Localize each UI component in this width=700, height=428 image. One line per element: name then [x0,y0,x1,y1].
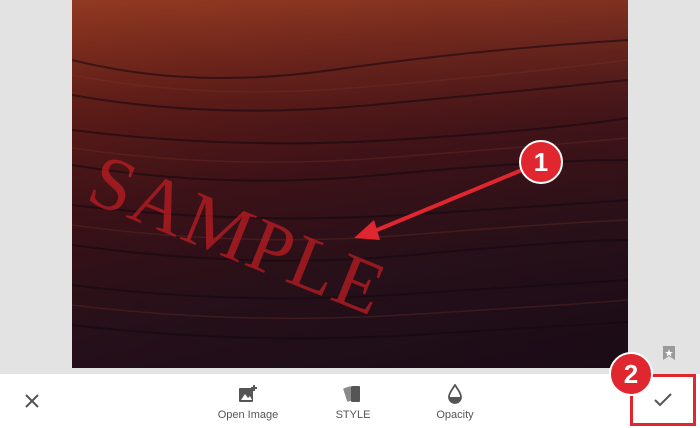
callout-badge-2: 2 [609,352,653,396]
annotation-arrow [354,168,523,240]
close-button[interactable] [18,387,46,415]
watermark-text[interactable]: SAMPLE [78,138,399,333]
bottom-toolbar: Open Image STYLE Opacity [0,374,700,428]
close-icon [25,394,39,408]
callout-badge-1: 1 [519,140,563,184]
style-button[interactable]: STYLE [308,382,398,426]
style-label: STYLE [335,409,371,421]
photo-canvas[interactable]: SAMPLE [72,0,628,368]
opacity-drop-icon [448,384,462,404]
style-cards-icon [343,386,360,402]
add-photo-icon [239,385,257,402]
favorite-style-icon[interactable] [660,344,678,362]
checkmark-icon [654,393,672,407]
open-image-label: Open Image [217,409,279,421]
opacity-label: Opacity [436,409,474,421]
open-image-button[interactable]: Open Image [203,382,293,426]
opacity-button[interactable]: Opacity [410,382,500,426]
